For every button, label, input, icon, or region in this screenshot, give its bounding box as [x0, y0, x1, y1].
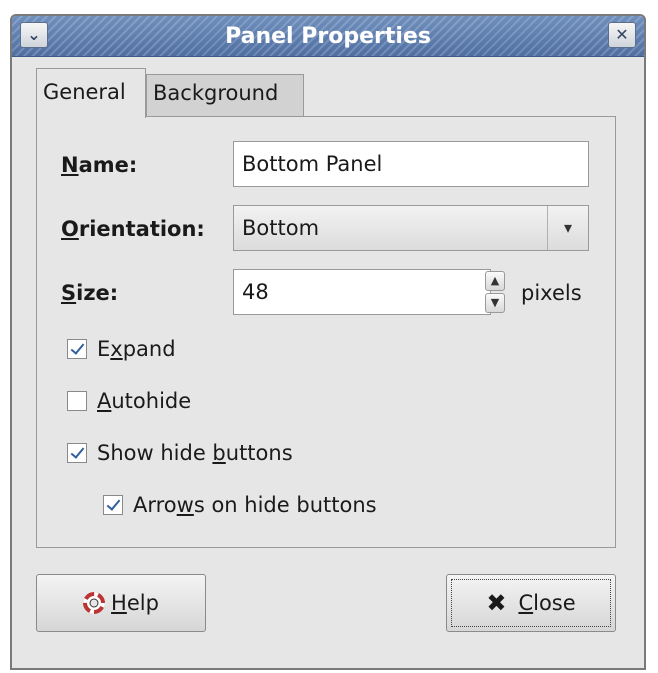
name-label: Name: — [61, 153, 138, 177]
checkbox-checked-icon[interactable] — [67, 443, 87, 463]
orientation-select[interactable]: Bottom ▾ — [233, 205, 589, 251]
tab-background[interactable]: Background — [146, 74, 304, 116]
close-icon: ✖ — [486, 589, 507, 617]
close-icon[interactable]: ✕ — [608, 22, 636, 48]
name-field[interactable]: Bottom Panel — [233, 141, 589, 187]
dialog-window: ⌄ Panel Properties ✕ General Background … — [10, 14, 646, 670]
window-title: Panel Properties — [225, 24, 431, 49]
close-button[interactable]: ✖ Close — [446, 574, 616, 632]
checkbox-unchecked-icon[interactable] — [67, 391, 87, 411]
focus-ring: ✖ Close — [451, 579, 611, 627]
tab-general[interactable]: General — [36, 68, 146, 118]
size-label: Size: — [61, 281, 119, 305]
size-input[interactable]: 48 — [233, 269, 491, 315]
help-button[interactable]: Help — [36, 574, 206, 632]
arrows-on-hide-buttons-checkbox[interactable]: Arrows on hide buttons — [103, 493, 377, 517]
stepper-up-icon[interactable]: ▲ — [485, 271, 505, 291]
orientation-value: Bottom — [242, 216, 320, 240]
expand-checkbox[interactable]: Expand — [67, 337, 176, 361]
lifebuoy-icon — [83, 592, 106, 614]
name-label-rest: ame: — [78, 153, 138, 177]
chevron-down-icon: ▾ — [547, 206, 588, 250]
autohide-checkbox[interactable]: Autohide — [67, 389, 191, 413]
size-stepper[interactable]: ▲ ▼ — [485, 269, 507, 315]
show-hide-buttons-checkbox[interactable]: Show hide buttons — [67, 441, 293, 465]
size-unit: pixels — [521, 281, 582, 305]
title-bar[interactable]: ⌄ Panel Properties ✕ — [12, 16, 644, 57]
checkbox-checked-icon[interactable] — [103, 495, 123, 515]
stepper-down-icon[interactable]: ▼ — [485, 293, 505, 313]
general-panel: Name: Bottom Panel Orientation: Bottom ▾… — [36, 116, 616, 548]
checkbox-checked-icon[interactable] — [67, 339, 87, 359]
orientation-label: Orientation: — [61, 217, 205, 241]
